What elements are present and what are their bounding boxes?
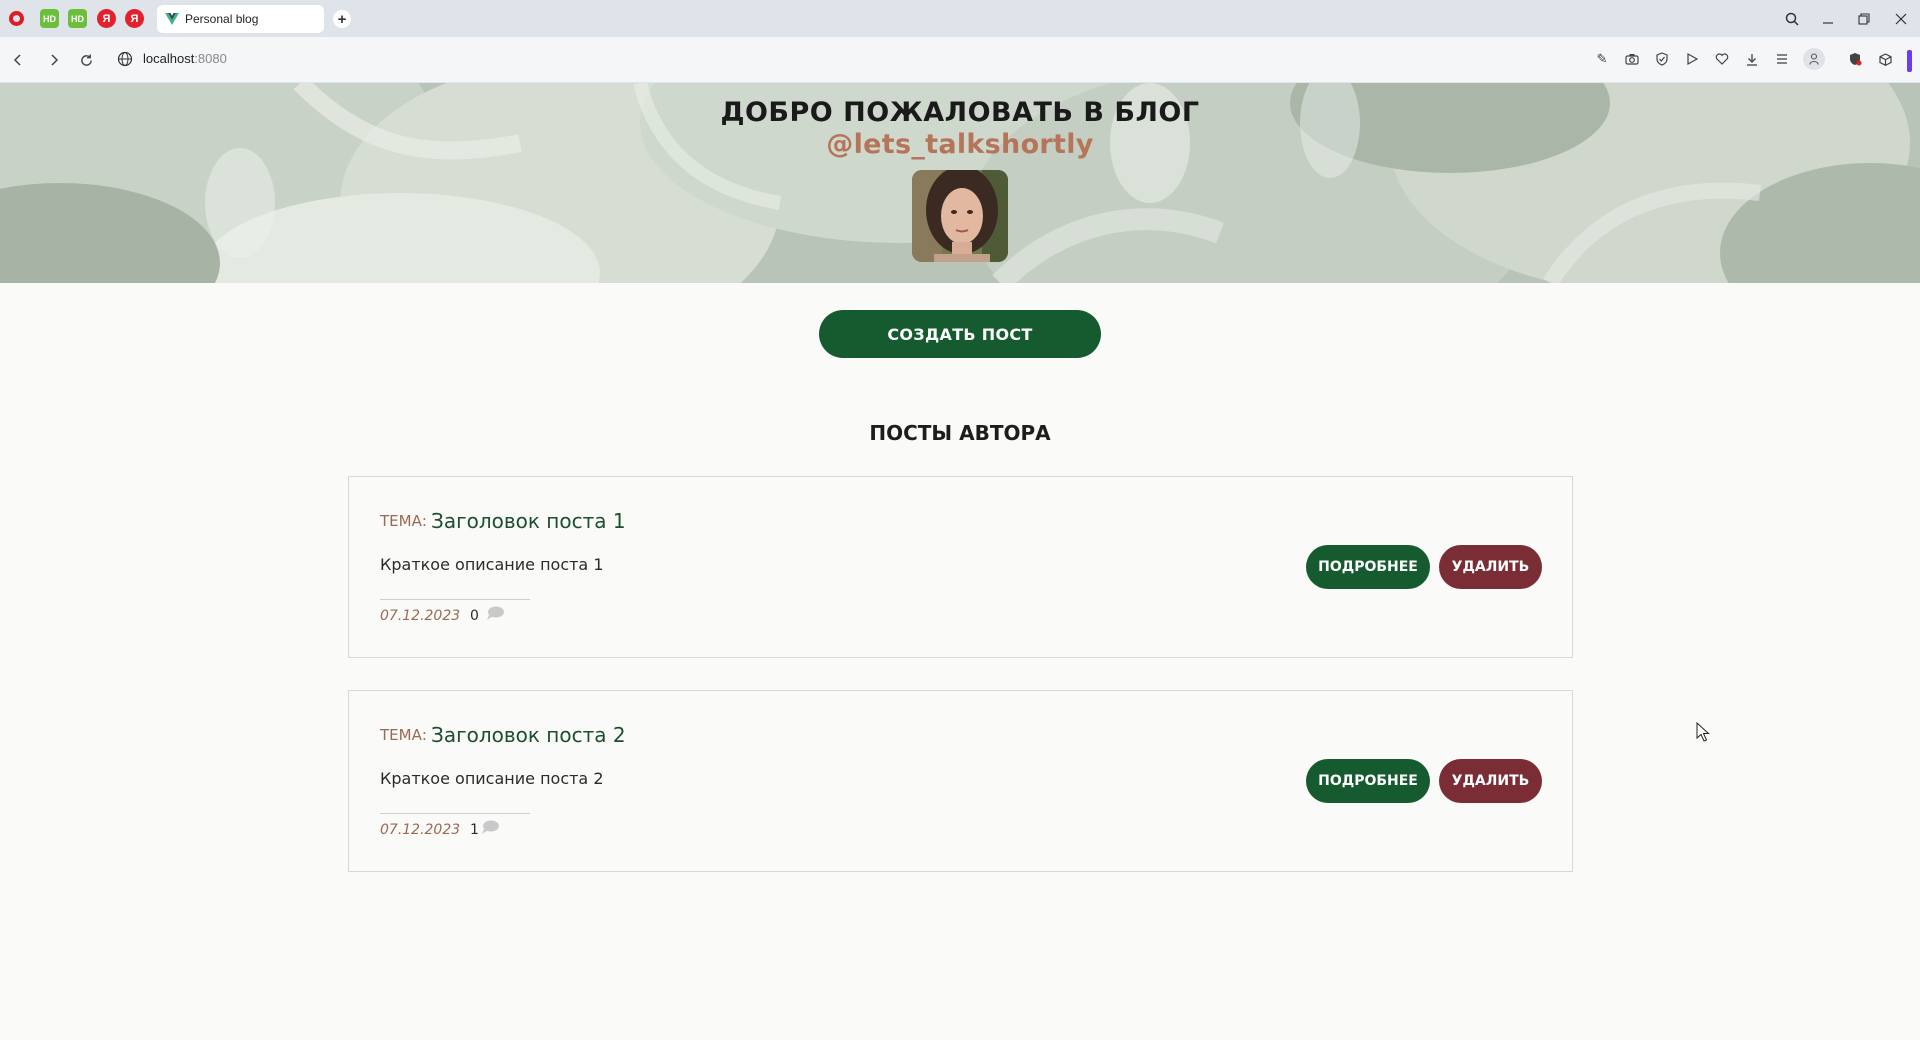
post-details-button[interactable]: ПОДРОБНЕЕ bbox=[1306, 759, 1430, 803]
url-port: :8080 bbox=[194, 51, 227, 66]
post-topic-label: ТЕМА: bbox=[380, 512, 427, 530]
tab-title: Personal blog bbox=[185, 12, 259, 26]
hd-icon[interactable]: HD bbox=[40, 9, 59, 28]
download-icon[interactable] bbox=[1743, 50, 1761, 68]
minimize-icon[interactable] bbox=[1817, 8, 1839, 30]
url-host: localhost bbox=[143, 51, 195, 66]
edit-icon[interactable]: ✎ bbox=[1593, 50, 1611, 68]
comment-icon bbox=[482, 820, 499, 834]
new-tab-button[interactable]: + bbox=[333, 10, 351, 28]
url-field[interactable]: localhost:8080 bbox=[143, 51, 227, 66]
extensions-cube-icon[interactable] bbox=[1876, 50, 1894, 68]
restore-icon[interactable] bbox=[1853, 8, 1875, 30]
mouse-cursor-icon bbox=[1696, 722, 1710, 742]
post-title: Заголовок поста 2 bbox=[431, 723, 626, 747]
shield-icon[interactable] bbox=[1653, 50, 1671, 68]
globe-icon bbox=[117, 51, 133, 67]
post-delete-button[interactable]: УДАЛИТЬ bbox=[1439, 759, 1542, 803]
back-icon[interactable] bbox=[7, 49, 29, 71]
post-topic-label: ТЕМА: bbox=[380, 726, 427, 744]
yandex-icon[interactable]: Я bbox=[125, 9, 144, 28]
forward-icon[interactable] bbox=[43, 49, 65, 71]
post-comments-count: 0 bbox=[470, 608, 479, 624]
hero-title: ДОБРО ПОЖАЛОВАТЬ В БЛОГ bbox=[720, 97, 1200, 128]
create-post-button[interactable]: СОЗДАТЬ ПОСТ bbox=[819, 310, 1101, 358]
hero-banner: ДОБРО ПОЖАЛОВАТЬ В БЛОГ @lets_talkshortl… bbox=[0, 83, 1920, 283]
yandex-icon[interactable]: Я bbox=[97, 9, 116, 28]
post-description: Краткое описание поста 1 bbox=[380, 555, 604, 574]
vpn-shield-icon[interactable] bbox=[1846, 50, 1864, 68]
sidebar-toggle[interactable] bbox=[1907, 50, 1912, 72]
opera-icon[interactable] bbox=[7, 9, 26, 28]
heart-icon[interactable] bbox=[1713, 50, 1731, 68]
post-description: Краткое описание поста 2 bbox=[380, 769, 604, 788]
menu-icon[interactable] bbox=[1773, 50, 1791, 68]
play-icon[interactable] bbox=[1683, 50, 1701, 68]
close-icon[interactable] bbox=[1890, 8, 1912, 30]
hd-icon[interactable]: HD bbox=[68, 9, 87, 28]
camera-icon[interactable] bbox=[1623, 50, 1641, 68]
post-date: 07.12.2023 bbox=[380, 822, 461, 838]
browser-tab-active[interactable]: Personal blog bbox=[157, 5, 324, 33]
post-card: ТЕМА: Заголовок поста 2 Краткое описание… bbox=[348, 690, 1573, 872]
page-viewport: ДОБРО ПОЖАЛОВАТЬ В БЛОГ @lets_talkshortl… bbox=[0, 83, 1920, 1040]
browser-tab-bar: HD HD Я Я Personal blog + bbox=[0, 0, 1920, 37]
comment-icon bbox=[487, 606, 504, 620]
avatar bbox=[912, 170, 1008, 262]
reload-icon[interactable] bbox=[75, 49, 97, 71]
post-card: ТЕМА: Заголовок поста 1 Краткое описание… bbox=[348, 476, 1573, 658]
post-details-button[interactable]: ПОДРОБНЕЕ bbox=[1306, 545, 1430, 589]
post-title: Заголовок поста 1 bbox=[431, 509, 626, 533]
post-delete-button[interactable]: УДАЛИТЬ bbox=[1439, 545, 1542, 589]
post-date: 07.12.2023 bbox=[380, 608, 461, 624]
author-handle[interactable]: @lets_talkshortly bbox=[0, 129, 1920, 160]
profile-icon[interactable] bbox=[1803, 48, 1825, 70]
post-comments-count: 1 bbox=[470, 822, 479, 838]
search-icon[interactable] bbox=[1781, 8, 1803, 30]
posts-heading: ПОСТЫ АВТОРА bbox=[869, 421, 1051, 445]
post-divider bbox=[380, 599, 530, 600]
vue-logo-icon bbox=[165, 13, 179, 25]
post-divider bbox=[380, 813, 530, 814]
